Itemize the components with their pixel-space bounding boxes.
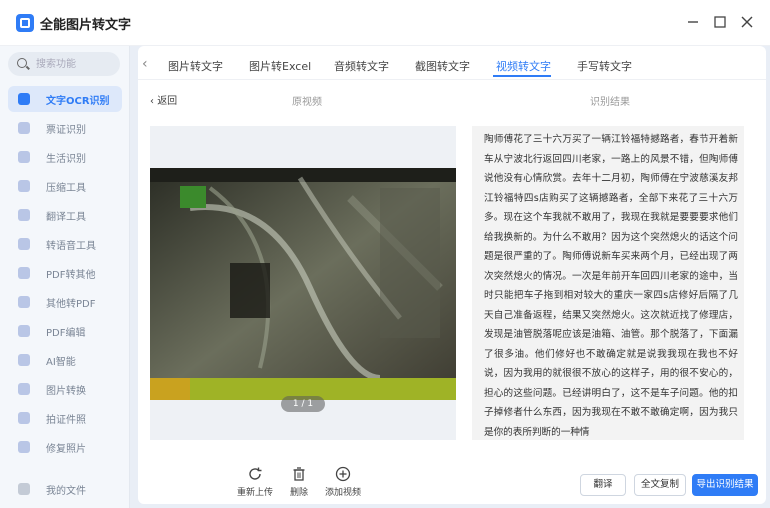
sidebar-item-repair[interactable]: 修复照片: [8, 434, 122, 460]
result-panel: 陶师傅花了三十六万买了一辆江铃福特撼路者，春节开着新车从宁波北行返回四川老家，一…: [472, 126, 744, 440]
sidebar-item-label: AI智能: [46, 356, 76, 368]
tab-screenshot-to-text[interactable]: 截图转文字: [415, 58, 470, 74]
speaker-icon: [18, 238, 30, 250]
app-title: 全能图片转文字: [40, 18, 132, 33]
repair-photo-icon: [18, 441, 30, 453]
sidebar-item-id-photo[interactable]: 拍证件照: [8, 405, 122, 431]
sidebar-item-label: 图片转换: [46, 385, 86, 397]
video-frame[interactable]: [150, 168, 456, 400]
sidebar-item-ticket[interactable]: 票证识别: [8, 115, 122, 141]
refresh-icon: [249, 467, 262, 480]
file-convert-icon: [18, 296, 30, 308]
page-indicator: 1 / 1: [281, 396, 325, 412]
compress-icon: [18, 180, 30, 192]
tab-video-to-text[interactable]: 视频转文字: [496, 58, 551, 74]
sidebar-item-label: PDF编辑: [46, 327, 86, 339]
result-text[interactable]: 陶师傅花了三十六万买了一辆江铃福特撼路者，春节开着新车从宁波北行返回四川老家，一…: [484, 130, 738, 440]
video-thumbnail: [150, 168, 456, 400]
ai-icon: [18, 354, 30, 366]
my-files-label: 我的文件: [46, 485, 86, 497]
translate-button[interactable]: 翻译: [580, 474, 626, 496]
copy-all-button[interactable]: 全文复制: [634, 474, 686, 496]
sidebar-item-label: 文字OCR识别: [46, 95, 110, 107]
title-bar: 全能图片转文字: [0, 0, 770, 46]
active-tab-indicator: [493, 75, 551, 77]
image-icon: [18, 383, 30, 395]
tab-bar: ‹ 图片转文字 图片转Excel 音频转文字 截图转文字 视频转文字 手写转文字: [138, 50, 766, 80]
id-photo-icon: [18, 412, 30, 424]
translate-icon: [18, 209, 30, 221]
sidebar-item-label: 其他转PDF: [46, 298, 96, 310]
sidebar-item-label: 生活识别: [46, 153, 86, 165]
sidebar-item-other-to-pdf[interactable]: 其他转PDF: [8, 289, 122, 315]
sidebar-item-label: 拍证件照: [46, 414, 86, 426]
video-preview-panel: 1 / 1: [150, 126, 456, 440]
tab-image-to-excel[interactable]: 图片转Excel: [249, 58, 311, 74]
result-title: 识别结果: [590, 97, 630, 108]
sidebar-item-label: 转语音工具: [46, 240, 96, 252]
sidebar-item-ai[interactable]: AI智能: [8, 347, 122, 373]
maximize-icon[interactable]: [711, 13, 729, 31]
sidebar-item-label: 压缩工具: [46, 182, 86, 194]
delete-label: 删除: [289, 488, 308, 498]
main-panel: ‹ 图片转文字 图片转Excel 音频转文字 截图转文字 视频转文字 手写转文字…: [138, 46, 766, 504]
sub-header: ‹ 返回 原视频 识别结果: [138, 86, 766, 112]
add-video-button[interactable]: 添加视频: [318, 466, 368, 500]
folder-icon: [18, 483, 30, 495]
sidebar-item-life[interactable]: 生活识别: [8, 144, 122, 170]
tab-image-to-text[interactable]: 图片转文字: [168, 58, 223, 74]
sidebar-item-compress[interactable]: 压缩工具: [8, 173, 122, 199]
leaf-icon: [18, 151, 30, 163]
ticket-icon: [18, 122, 30, 134]
pdf-edit-icon: [18, 325, 30, 337]
add-video-label: 添加视频: [324, 488, 361, 498]
reupload-label: 重新上传: [236, 488, 273, 498]
sidebar-item-pdf-to-other[interactable]: PDF转其他: [8, 260, 122, 286]
sidebar-item-label: 翻译工具: [46, 211, 86, 223]
add-circle-icon: [335, 466, 351, 482]
sidebar-item-image-convert[interactable]: 图片转换: [8, 376, 122, 402]
trash-icon: [293, 467, 305, 481]
my-files-button[interactable]: 我的文件: [8, 478, 122, 500]
sidebar-item-translate[interactable]: 翻译工具: [8, 202, 122, 228]
close-icon[interactable]: [738, 13, 756, 31]
sidebar-item-label: 修复照片: [46, 443, 86, 455]
search-icon: [17, 58, 27, 68]
delete-button[interactable]: 删除: [274, 466, 324, 500]
sidebar-item-label: PDF转其他: [46, 269, 96, 281]
tab-audio-to-text[interactable]: 音频转文字: [334, 58, 389, 74]
app-logo-icon: [16, 14, 34, 32]
sidebar-item-label: 票证识别: [46, 124, 86, 136]
sidebar: 文字OCR识别 票证识别 生活识别 压缩工具 翻译工具 转语音工具 PDF转其他…: [0, 46, 130, 508]
search-box[interactable]: [8, 52, 120, 76]
pdf-icon: [18, 267, 30, 279]
search-input[interactable]: [36, 56, 116, 72]
tab-scroll-left-icon[interactable]: ‹: [142, 56, 148, 72]
sidebar-item-ocr[interactable]: 文字OCR识别: [8, 86, 122, 112]
back-button[interactable]: ‹ 返回: [150, 92, 177, 107]
minimize-icon[interactable]: [684, 13, 702, 31]
ocr-icon: [18, 93, 30, 105]
sidebar-item-tts[interactable]: 转语音工具: [8, 231, 122, 257]
sidebar-item-pdf-edit[interactable]: PDF编辑: [8, 318, 122, 344]
reupload-button[interactable]: 重新上传: [230, 466, 280, 500]
tab-handwriting-to-text[interactable]: 手写转文字: [577, 58, 632, 74]
export-result-button[interactable]: 导出识别结果: [692, 474, 758, 496]
back-label: 返回: [157, 96, 178, 107]
original-video-title: 原视频: [292, 97, 322, 108]
